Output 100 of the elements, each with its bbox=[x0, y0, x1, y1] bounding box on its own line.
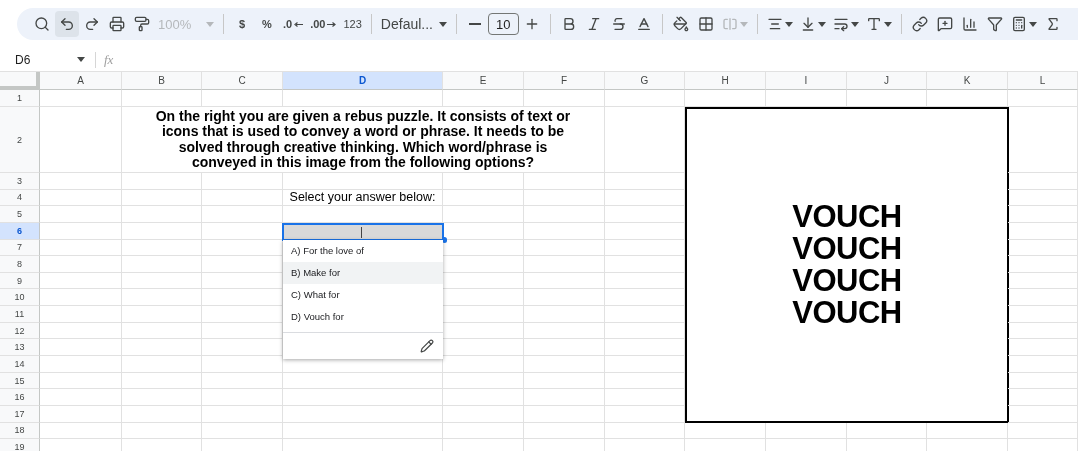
row-header[interactable]: 10 bbox=[0, 289, 40, 307]
sheet-cell[interactable] bbox=[1008, 289, 1078, 307]
sheet-cell[interactable] bbox=[685, 90, 766, 107]
sheet-cell[interactable] bbox=[605, 222, 685, 240]
row-header[interactable]: 5 bbox=[0, 206, 40, 223]
sheet-cell[interactable] bbox=[40, 306, 122, 323]
sheet-cell[interactable] bbox=[122, 372, 202, 390]
sheet-cell[interactable] bbox=[40, 322, 122, 340]
row-header[interactable]: 13 bbox=[0, 339, 40, 357]
sheet-cell[interactable] bbox=[283, 372, 443, 390]
sheet-cell[interactable] bbox=[1008, 206, 1078, 223]
sheet-cell[interactable] bbox=[443, 189, 524, 207]
sheet-cell[interactable] bbox=[202, 206, 283, 223]
row-header[interactable]: 8 bbox=[0, 256, 40, 273]
row-header[interactable]: 19 bbox=[0, 439, 40, 451]
currency-button[interactable]: $ bbox=[230, 11, 254, 37]
sheet-cell[interactable] bbox=[443, 272, 524, 290]
sheet-cell[interactable] bbox=[1008, 222, 1078, 240]
sheet-cell[interactable] bbox=[40, 372, 122, 390]
select-all-corner[interactable] bbox=[0, 72, 40, 90]
sheet-cell[interactable] bbox=[1008, 405, 1078, 423]
sheet-cell[interactable] bbox=[927, 90, 1008, 107]
sheet-cell[interactable] bbox=[605, 90, 685, 107]
decrease-decimal-button[interactable]: .0 bbox=[280, 11, 307, 37]
sheet-cell[interactable] bbox=[1008, 256, 1078, 273]
sheet-cell[interactable] bbox=[443, 389, 524, 406]
sheet-cell[interactable] bbox=[847, 422, 927, 440]
sheet-cell[interactable] bbox=[122, 322, 202, 340]
sheet-cell[interactable] bbox=[1008, 322, 1078, 340]
cell-reference[interactable]: D6 bbox=[0, 52, 73, 67]
sheet-cell[interactable] bbox=[1008, 173, 1078, 190]
sheet-cell[interactable] bbox=[40, 405, 122, 423]
column-header[interactable]: B bbox=[122, 72, 202, 90]
sheet-cell[interactable] bbox=[605, 356, 685, 373]
sheet-cell[interactable] bbox=[605, 206, 685, 223]
row-header[interactable]: 14 bbox=[0, 356, 40, 373]
sheet-cell[interactable] bbox=[122, 222, 202, 240]
sheet-cell[interactable] bbox=[766, 90, 847, 107]
column-header[interactable]: D bbox=[283, 72, 443, 90]
sheet-cell[interactable] bbox=[40, 206, 122, 223]
sheet-cell[interactable] bbox=[1008, 239, 1078, 257]
sheet-cell[interactable] bbox=[40, 107, 122, 173]
sheet-cell[interactable] bbox=[1008, 356, 1078, 373]
sheet-cell[interactable] bbox=[443, 405, 524, 423]
sheet-cell[interactable] bbox=[605, 239, 685, 257]
sheet-cell[interactable] bbox=[283, 422, 443, 440]
sheet-cell[interactable] bbox=[202, 90, 283, 107]
sheet-cell[interactable] bbox=[443, 239, 524, 257]
sheet-cell[interactable] bbox=[122, 405, 202, 423]
sheet-cell[interactable] bbox=[283, 206, 443, 223]
sheet-cell[interactable] bbox=[605, 389, 685, 406]
sheet-cell[interactable] bbox=[122, 289, 202, 307]
sheet-cell[interactable] bbox=[443, 206, 524, 223]
sheet-cell[interactable] bbox=[1008, 339, 1078, 357]
sheet-cell[interactable] bbox=[524, 206, 605, 223]
row-header[interactable]: 11 bbox=[0, 306, 40, 323]
sheet-cell[interactable] bbox=[202, 173, 283, 190]
font-dropdown[interactable]: Defaul... bbox=[377, 11, 450, 37]
sheet-cell[interactable] bbox=[605, 306, 685, 323]
sheet-cell[interactable] bbox=[40, 289, 122, 307]
sheet-cell[interactable] bbox=[122, 90, 202, 107]
sheet-cell[interactable] bbox=[927, 422, 1008, 440]
sheet-cell[interactable] bbox=[524, 173, 605, 190]
sheet-cell[interactable] bbox=[1008, 389, 1078, 406]
sheet-cell[interactable] bbox=[202, 339, 283, 357]
sheet-cell[interactable] bbox=[524, 289, 605, 307]
sheet-cell[interactable] bbox=[524, 356, 605, 373]
sheet-cell[interactable] bbox=[40, 389, 122, 406]
sheet-cell[interactable] bbox=[605, 322, 685, 340]
sheet-cell[interactable] bbox=[605, 107, 685, 173]
sheet-cell[interactable] bbox=[605, 422, 685, 440]
sheet-cell[interactable] bbox=[40, 90, 122, 107]
sheet-cell[interactable] bbox=[122, 173, 202, 190]
sheet-cell[interactable] bbox=[122, 206, 202, 223]
sheet-cell[interactable] bbox=[202, 306, 283, 323]
sheet-cell[interactable] bbox=[122, 189, 202, 207]
sheet-cell[interactable] bbox=[40, 173, 122, 190]
sheet-cell[interactable] bbox=[605, 289, 685, 307]
sheet-cell[interactable] bbox=[40, 422, 122, 440]
sheet-cell[interactable] bbox=[1008, 422, 1078, 440]
increase-decimal-button[interactable]: .00 bbox=[307, 11, 340, 37]
column-header[interactable]: E bbox=[443, 72, 524, 90]
sheet-cell[interactable] bbox=[283, 389, 443, 406]
sheet-cell[interactable] bbox=[1008, 90, 1078, 107]
column-header[interactable]: F bbox=[524, 72, 605, 90]
sheet-cell[interactable] bbox=[40, 272, 122, 290]
sheet-cell[interactable] bbox=[40, 339, 122, 357]
column-header[interactable]: G bbox=[605, 72, 685, 90]
sheet-cell[interactable] bbox=[524, 306, 605, 323]
column-header[interactable]: C bbox=[202, 72, 283, 90]
sheet-cell[interactable] bbox=[40, 189, 122, 207]
sheet-cell[interactable] bbox=[40, 356, 122, 373]
sheet-cell[interactable] bbox=[443, 422, 524, 440]
column-header[interactable]: J bbox=[847, 72, 927, 90]
sheet-cell[interactable] bbox=[122, 239, 202, 257]
sheet-cell[interactable] bbox=[122, 256, 202, 273]
edit-button[interactable] bbox=[420, 338, 434, 353]
dropdown-option[interactable]: C) What for bbox=[283, 283, 443, 306]
dropdown-option[interactable]: A) For the love of bbox=[283, 239, 443, 262]
sheet-cell[interactable] bbox=[202, 356, 283, 373]
